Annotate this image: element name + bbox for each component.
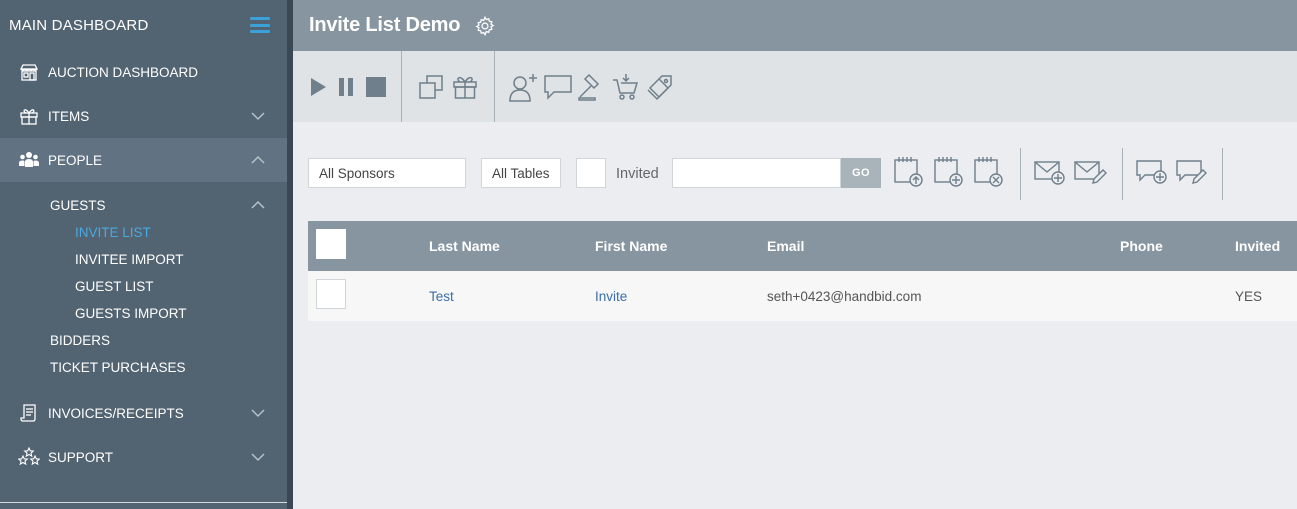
gift-icon[interactable] — [448, 70, 482, 104]
storefront-icon — [18, 61, 40, 83]
message-icon[interactable] — [541, 70, 575, 104]
table-select[interactable]: All Tables — [481, 158, 561, 188]
playback-controls — [293, 51, 401, 122]
sidebar-item-bidders[interactable]: BIDDERS — [0, 327, 287, 354]
chevron-up-icon[interactable] — [251, 198, 265, 213]
first-name-link[interactable]: Invite — [595, 271, 627, 321]
sidebar-title[interactable]: MAIN DASHBOARD — [9, 17, 149, 34]
hamburger-menu-icon[interactable] — [250, 17, 270, 33]
filter-divider — [1222, 148, 1223, 200]
sidebar-item-label: SUPPORT — [48, 449, 114, 465]
sidebar: MAIN DASHBOARD AUCTION DASHBOARD ITEMS P… — [0, 0, 287, 509]
column-header-first-name[interactable]: First Name — [595, 221, 667, 271]
email-cell: seth+0423@handbid.com — [767, 288, 922, 304]
page-title: Invite List Demo — [309, 14, 461, 36]
tag-icon[interactable] — [643, 70, 677, 104]
gavel-icon[interactable] — [575, 70, 609, 104]
invited-checkbox[interactable] — [576, 158, 606, 188]
play-icon[interactable] — [305, 70, 331, 104]
item-controls — [402, 51, 494, 122]
sidebar-item-label: INVOICES/RECEIPTS — [48, 405, 184, 421]
last-name-link[interactable]: Test — [429, 271, 454, 321]
table-header: Last Name First Name Email Phone Invited — [308, 221, 1297, 271]
table-row: Test Invite seth+0423@handbid.com YES — [308, 271, 1297, 321]
email-add-icon[interactable] — [1032, 154, 1068, 190]
filter-bar: All Sponsors All Tables Invited GO — [308, 146, 1297, 202]
column-header-phone[interactable]: Phone — [1120, 221, 1163, 271]
people-submenu: GUESTS INVITE LIST INVITEE IMPORT GUEST … — [0, 182, 287, 381]
chevron-down-icon[interactable] — [251, 406, 265, 420]
sidebar-item-guests-import[interactable]: GUESTS IMPORT — [0, 300, 287, 327]
receipt-icon — [18, 402, 40, 424]
sidebar-item-label: ITEMS — [48, 108, 90, 124]
search-input[interactable] — [672, 158, 841, 188]
column-header-invited[interactable]: Invited — [1235, 221, 1280, 271]
sidebar-item-invoices-receipts[interactable]: INVOICES/RECEIPTS — [0, 391, 287, 435]
chevron-down-icon[interactable] — [251, 450, 265, 464]
duplicate-icon[interactable] — [414, 70, 448, 104]
sidebar-item-support[interactable]: SUPPORT — [0, 435, 287, 479]
filter-divider — [1122, 148, 1123, 200]
people-icon — [18, 149, 40, 171]
calendar-add-icon[interactable] — [931, 154, 967, 190]
column-header-last-name[interactable]: Last Name — [429, 221, 500, 271]
filter-divider — [1020, 148, 1021, 200]
go-button[interactable]: GO — [841, 158, 881, 188]
sidebar-header: MAIN DASHBOARD — [0, 0, 287, 50]
sidebar-divider — [0, 502, 287, 503]
add-user-icon[interactable] — [507, 70, 541, 104]
chevron-up-icon[interactable] — [251, 153, 265, 167]
email-edit-icon[interactable] — [1072, 154, 1108, 190]
invited-label: Invited — [616, 166, 659, 182]
sidebar-item-label: AUCTION DASHBOARD — [48, 64, 199, 80]
gift-icon — [18, 105, 40, 127]
invited-cell: YES — [1235, 288, 1263, 304]
row-checkbox[interactable] — [316, 279, 346, 309]
cart-icon[interactable] — [609, 70, 643, 104]
comment-add-icon[interactable] — [1134, 154, 1170, 190]
pause-icon[interactable] — [331, 70, 361, 104]
sidebar-item-items[interactable]: ITEMS — [0, 94, 287, 138]
select-all-checkbox[interactable] — [316, 229, 346, 259]
sidebar-item-label: TICKET PURCHASES — [50, 360, 186, 375]
sponsor-select[interactable]: All Sponsors — [308, 158, 466, 188]
sidebar-item-guest-list[interactable]: GUEST LIST — [0, 273, 287, 300]
people-controls — [495, 51, 689, 122]
invite-table: Last Name First Name Email Phone Invited… — [308, 221, 1297, 321]
sidebar-item-label: BIDDERS — [50, 333, 111, 348]
top-bar: Invite List Demo — [293, 0, 1297, 51]
sidebar-item-people[interactable]: PEOPLE — [0, 138, 287, 182]
sidebar-item-invite-list[interactable]: INVITE LIST — [0, 219, 287, 246]
calendar-upload-icon[interactable] — [891, 154, 927, 190]
gear-icon[interactable] — [474, 15, 496, 37]
sidebar-item-auction-dashboard[interactable]: AUCTION DASHBOARD — [0, 50, 287, 94]
stars-icon — [18, 446, 40, 468]
sidebar-item-ticket-purchases[interactable]: TICKET PURCHASES — [0, 354, 287, 381]
toolbar — [293, 51, 1297, 122]
comment-edit-icon[interactable] — [1174, 154, 1210, 190]
sidebar-item-label: PEOPLE — [48, 152, 103, 168]
calendar-remove-icon[interactable] — [971, 154, 1007, 190]
sidebar-item-invitee-import[interactable]: INVITEE IMPORT — [0, 246, 287, 273]
sidebar-item-label: GUESTS — [50, 198, 106, 213]
column-header-email[interactable]: Email — [767, 221, 804, 271]
chevron-down-icon[interactable] — [251, 109, 265, 123]
stop-icon[interactable] — [361, 70, 391, 104]
sidebar-item-guests[interactable]: GUESTS — [0, 192, 287, 219]
